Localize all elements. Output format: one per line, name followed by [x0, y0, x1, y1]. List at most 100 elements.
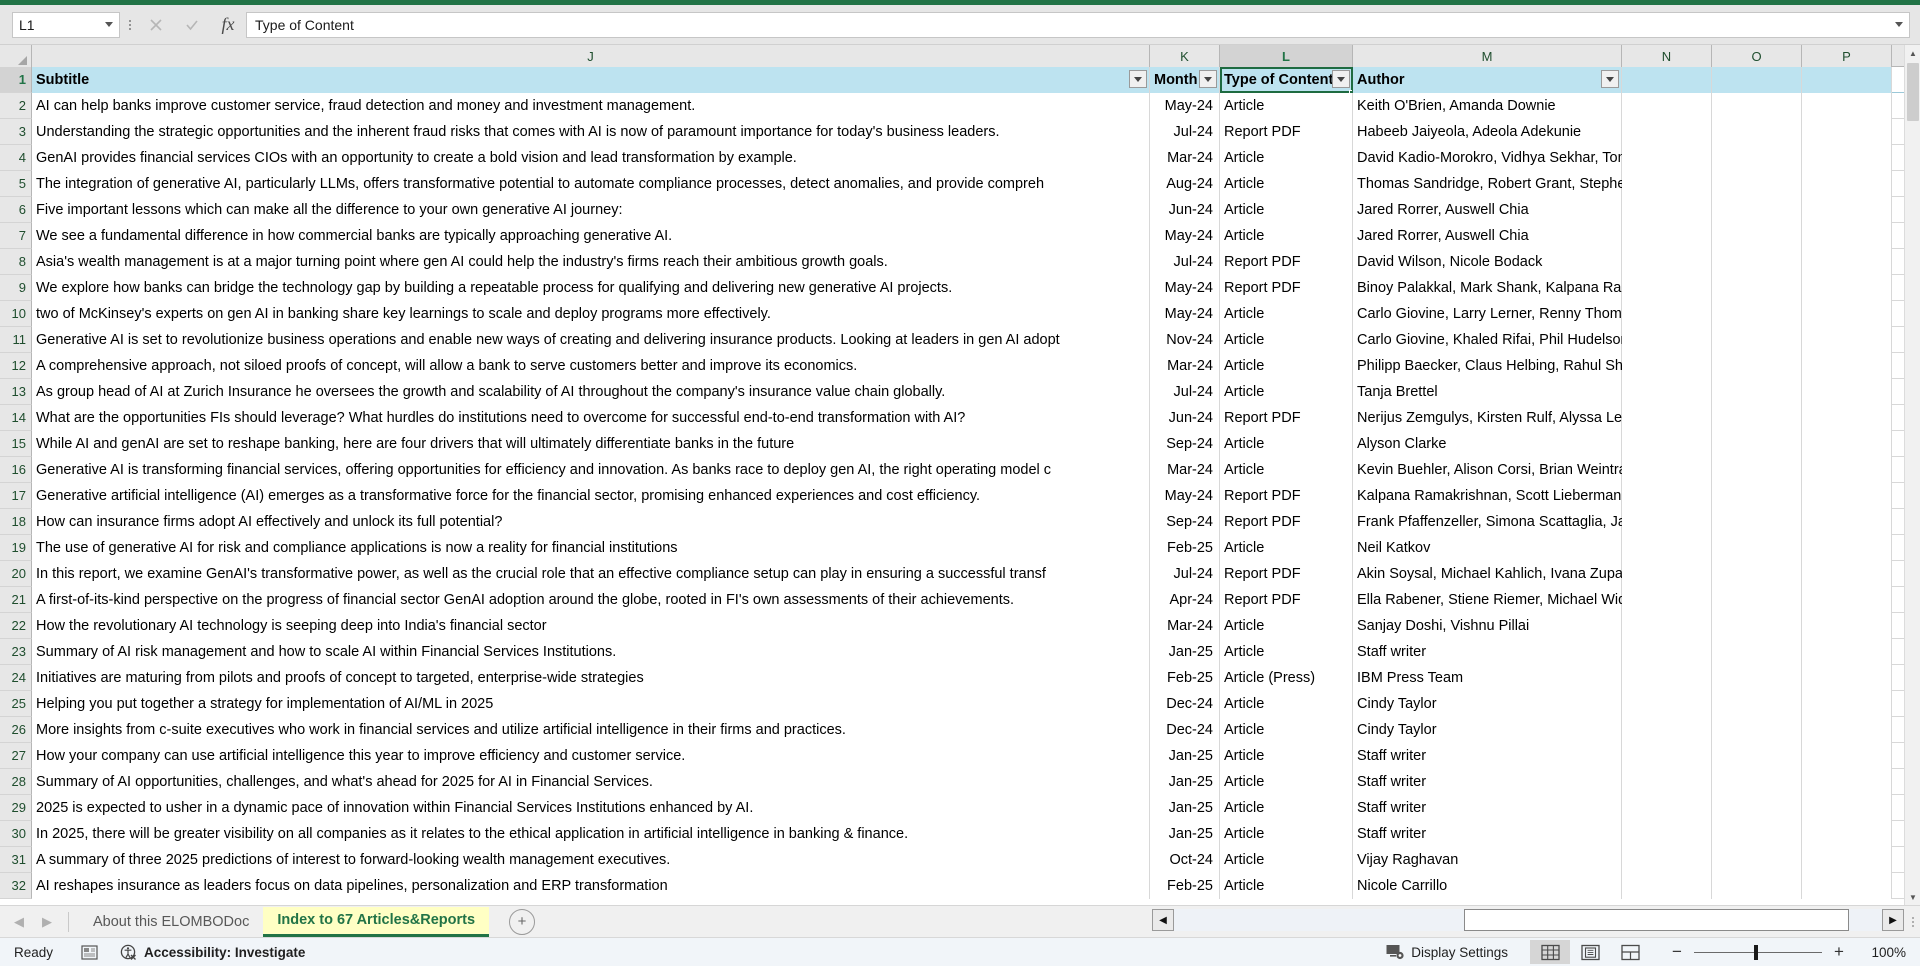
cell-P10[interactable]	[1802, 301, 1892, 327]
zoom-out-button[interactable]: −	[1664, 942, 1690, 962]
row-header-24[interactable]: 24	[0, 665, 32, 691]
cell-K22[interactable]: Mar-24	[1150, 613, 1220, 639]
cell-N25[interactable]	[1622, 691, 1712, 717]
cell-N4[interactable]	[1622, 145, 1712, 171]
cell-O1[interactable]	[1712, 67, 1802, 93]
cell-P7[interactable]	[1802, 223, 1892, 249]
cell-M18[interactable]: Frank Pfaffenzeller, Simona Scattaglia, …	[1353, 509, 1728, 535]
cell-J8[interactable]: Asia's wealth management is at a major t…	[32, 249, 1150, 275]
cell-L32[interactable]: Article	[1220, 873, 1353, 899]
cell-O6[interactable]	[1712, 197, 1802, 223]
left-arrow-icon[interactable]: ◀	[14, 914, 24, 930]
cell-L30[interactable]: Article	[1220, 821, 1353, 847]
cell-K15[interactable]: Sep-24	[1150, 431, 1220, 457]
cell-L18[interactable]: Report PDF	[1220, 509, 1353, 535]
row-header-22[interactable]: 22	[0, 613, 32, 639]
cell-P29[interactable]	[1802, 795, 1892, 821]
row-header-13[interactable]: 13	[0, 379, 32, 405]
cell-O28[interactable]	[1712, 769, 1802, 795]
cell-O16[interactable]	[1712, 457, 1802, 483]
cell-L26[interactable]: Article	[1220, 717, 1353, 743]
cell-N7[interactable]	[1622, 223, 1712, 249]
cell-L17[interactable]: Report PDF	[1220, 483, 1353, 509]
cell-N1[interactable]	[1622, 67, 1712, 93]
cell-K7[interactable]: May-24	[1150, 223, 1220, 249]
cell-K12[interactable]: Mar-24	[1150, 353, 1220, 379]
cell-O7[interactable]	[1712, 223, 1802, 249]
cell-N12[interactable]	[1622, 353, 1712, 379]
cell-O25[interactable]	[1712, 691, 1802, 717]
cell-J6[interactable]: Five important lessons which can make al…	[32, 197, 1150, 223]
cell-M14[interactable]: Nerijus Zemgulys, Kirsten Rulf, Alyssa L…	[1353, 405, 1760, 431]
cell-L23[interactable]: Article	[1220, 639, 1353, 665]
scroll-right-button[interactable]: ▶	[1882, 909, 1904, 931]
cell-J17[interactable]: Generative artificial intelligence (AI) …	[32, 483, 1150, 509]
cell-P11[interactable]	[1802, 327, 1892, 353]
cell-P4[interactable]	[1802, 145, 1892, 171]
cell-K16[interactable]: Mar-24	[1150, 457, 1220, 483]
cell-M9[interactable]: Binoy Palakkal, Mark Shank, Kalpana Rama…	[1353, 275, 1696, 301]
cell-P5[interactable]	[1802, 171, 1892, 197]
cell-K10[interactable]: May-24	[1150, 301, 1220, 327]
row-header-17[interactable]: 17	[0, 483, 32, 509]
cell-N3[interactable]	[1622, 119, 1712, 145]
row-header-20[interactable]: 20	[0, 561, 32, 587]
cell-O8[interactable]	[1712, 249, 1802, 275]
cell-K1[interactable]: Month P	[1150, 67, 1220, 93]
cell-K4[interactable]: Mar-24	[1150, 145, 1220, 171]
cell-O11[interactable]	[1712, 327, 1802, 353]
cell-J20[interactable]: In this report, we examine GenAI's trans…	[32, 561, 1150, 587]
cell-O30[interactable]	[1712, 821, 1802, 847]
display-settings-button[interactable]: Display Settings	[1386, 944, 1508, 960]
cell-O3[interactable]	[1712, 119, 1802, 145]
cell-L7[interactable]: Article	[1220, 223, 1353, 249]
column-header-M[interactable]: M	[1353, 45, 1622, 67]
cell-L12[interactable]: Article	[1220, 353, 1353, 379]
cell-M11[interactable]: Carlo Giovine, Khaled Rifai, Phil Hudels…	[1353, 327, 1824, 353]
cell-N23[interactable]	[1622, 639, 1712, 665]
cell-K21[interactable]: Apr-24	[1150, 587, 1220, 613]
zoom-slider-thumb[interactable]	[1754, 944, 1758, 960]
cell-N27[interactable]	[1622, 743, 1712, 769]
cell-O15[interactable]	[1712, 431, 1802, 457]
cell-J11[interactable]: Generative AI is set to revolutionize bu…	[32, 327, 1150, 353]
cell-M19[interactable]: Neil Katkov	[1353, 535, 1622, 561]
scroll-down-button[interactable]: ▼	[1905, 889, 1920, 905]
expand-formula-bar-button[interactable]	[1888, 11, 1910, 38]
cell-L28[interactable]: Article	[1220, 769, 1353, 795]
cell-P9[interactable]	[1802, 275, 1892, 301]
cell-N31[interactable]	[1622, 847, 1712, 873]
horizontal-scroll-track[interactable]	[1174, 909, 1882, 931]
cell-P32[interactable]	[1802, 873, 1892, 899]
scroll-up-button[interactable]: ▲	[1905, 45, 1920, 61]
accessibility-status[interactable]: Accessibility: Investigate	[120, 944, 305, 961]
cell-O22[interactable]	[1712, 613, 1802, 639]
cell-O24[interactable]	[1712, 665, 1802, 691]
cell-J29[interactable]: 2025 is expected to usher in a dynamic p…	[32, 795, 1150, 821]
cell-L10[interactable]: Article	[1220, 301, 1353, 327]
cell-P2[interactable]	[1802, 93, 1892, 119]
cell-N2[interactable]	[1622, 93, 1712, 119]
cell-K30[interactable]: Jan-25	[1150, 821, 1220, 847]
add-sheet-button[interactable]: +	[509, 908, 536, 935]
cell-N11[interactable]	[1622, 327, 1712, 353]
cell-O23[interactable]	[1712, 639, 1802, 665]
cell-L25[interactable]: Article	[1220, 691, 1353, 717]
cell-L4[interactable]: Article	[1220, 145, 1353, 171]
cell-M7[interactable]: Jared Rorrer, Auswell Chia	[1353, 223, 1622, 249]
cell-J16[interactable]: Generative AI is transforming financial …	[32, 457, 1150, 483]
cell-L14[interactable]: Report PDF	[1220, 405, 1353, 431]
cell-M16[interactable]: Kevin Buehler, Alison Corsi, Brian Weint…	[1353, 457, 1815, 483]
cell-P17[interactable]	[1802, 483, 1892, 509]
cell-N26[interactable]	[1622, 717, 1712, 743]
cell-J24[interactable]: Initiatives are maturing from pilots and…	[32, 665, 1150, 691]
row-header-10[interactable]: 10	[0, 301, 32, 327]
cell-M28[interactable]: Staff writer	[1353, 769, 1622, 795]
row-header-23[interactable]: 23	[0, 639, 32, 665]
cell-K20[interactable]: Jul-24	[1150, 561, 1220, 587]
cell-J27[interactable]: How your company can use artificial inte…	[32, 743, 1150, 769]
cell-O5[interactable]	[1712, 171, 1802, 197]
cell-L15[interactable]: Article	[1220, 431, 1353, 457]
cell-L8[interactable]: Report PDF	[1220, 249, 1353, 275]
right-arrow-icon[interactable]: ▶	[42, 914, 52, 930]
